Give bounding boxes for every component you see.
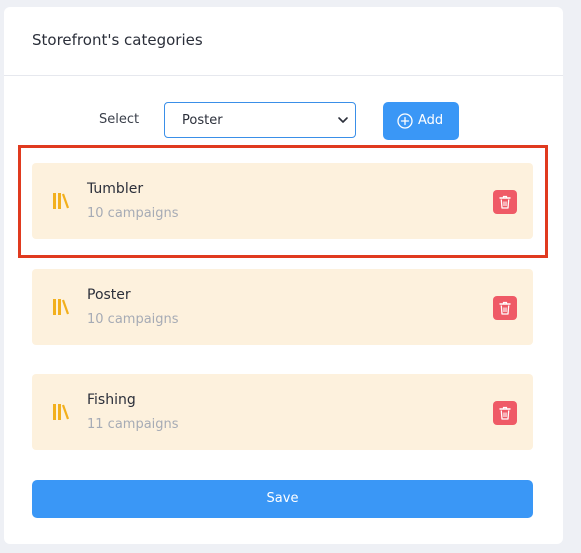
page-title: Storefront's categories — [32, 31, 203, 49]
trash-icon — [499, 406, 511, 420]
books-icon — [53, 404, 70, 420]
books-icon — [53, 193, 70, 209]
add-button-label: Add — [418, 113, 444, 128]
categories-card: Storefront's categories Select Poster Ad… — [4, 7, 563, 544]
delete-button[interactable] — [493, 190, 517, 214]
category-name: Fishing — [87, 392, 136, 408]
select-value: Poster — [182, 113, 223, 128]
category-name: Poster — [87, 287, 131, 303]
category-select[interactable]: Poster — [164, 102, 356, 138]
category-count: 11 campaigns — [87, 417, 179, 432]
books-icon — [53, 299, 70, 315]
select-row: Select Poster Add — [4, 102, 563, 140]
card-header: Storefront's categories — [4, 7, 563, 76]
select-label: Select — [99, 112, 140, 127]
trash-icon — [499, 301, 511, 315]
category-item-poster: Poster 10 campaigns — [32, 269, 533, 345]
plus-circle-icon — [397, 113, 413, 129]
delete-button[interactable] — [493, 296, 517, 320]
add-button[interactable]: Add — [383, 102, 459, 140]
category-item-fishing: Fishing 11 campaigns — [32, 374, 533, 450]
trash-icon — [499, 195, 511, 209]
delete-button[interactable] — [493, 401, 517, 425]
category-item-tumbler: Tumbler 10 campaigns — [32, 163, 533, 239]
category-count: 10 campaigns — [87, 206, 179, 221]
save-button[interactable]: Save — [32, 480, 533, 518]
category-name: Tumbler — [87, 181, 144, 197]
chevron-down-icon — [338, 117, 348, 123]
category-count: 10 campaigns — [87, 312, 179, 327]
